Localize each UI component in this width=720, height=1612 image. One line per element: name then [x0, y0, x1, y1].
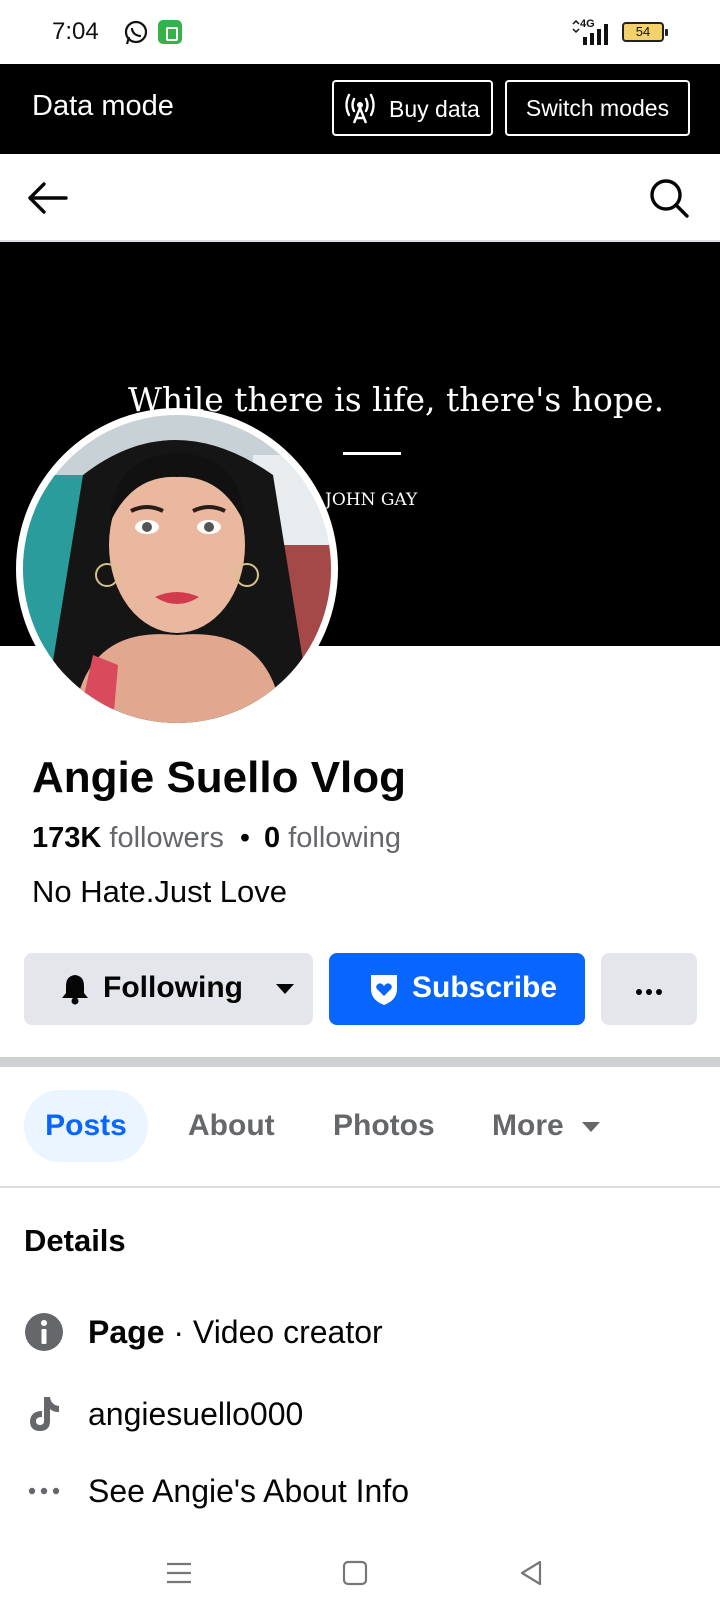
- followers-count: 173K: [32, 822, 102, 854]
- battery-icon: 54: [622, 22, 668, 42]
- system-nav-bar: [0, 1536, 720, 1612]
- section-divider: [0, 1057, 720, 1067]
- back-triangle-icon[interactable]: [516, 1558, 546, 1588]
- see-about-label: See Angie's About Info: [88, 1473, 410, 1509]
- detail-tiktok[interactable]: angiesuello000: [0, 1388, 720, 1440]
- subscribe-button[interactable]: Subscribe: [329, 953, 585, 1025]
- count-separator: •: [239, 822, 250, 854]
- cover-author: JOHN GAY: [325, 490, 418, 510]
- following-label: Following: [103, 971, 243, 1004]
- data-mode-title: Data mode: [32, 90, 174, 122]
- buy-data-label: Buy data: [389, 96, 480, 122]
- tiktok-icon: [24, 1394, 64, 1434]
- profile-tabs: Posts About Photos More: [0, 1067, 720, 1188]
- follow-counts[interactable]: 173K followers • 0 following: [32, 822, 401, 855]
- whatsapp-icon: [123, 20, 149, 46]
- details-heading: Details: [24, 1223, 126, 1258]
- subscribe-label: Subscribe: [412, 971, 558, 1004]
- profile-bio: No Hate.Just Love: [32, 874, 288, 909]
- chevron-down-icon: [581, 1122, 600, 1133]
- followers-label: followers: [109, 822, 224, 854]
- home-icon[interactable]: [340, 1558, 370, 1588]
- antenna-icon: [344, 93, 376, 125]
- battery-level: 54: [635, 24, 651, 39]
- following-count: 0: [263, 822, 281, 854]
- bell-icon: [60, 973, 90, 1005]
- page-type: Page: [88, 1314, 165, 1350]
- chevron-down-icon: [276, 984, 294, 994]
- profile-avatar[interactable]: [16, 408, 338, 730]
- see-about-info-link[interactable]: See Angie's About Info: [0, 1465, 720, 1517]
- info-icon: [24, 1312, 64, 1352]
- menu-icon[interactable]: [164, 1558, 194, 1588]
- status-time: 7:04: [52, 18, 99, 45]
- more-dots-icon: [24, 1471, 64, 1511]
- subscribe-shield-icon: [369, 972, 399, 1006]
- cover-divider: [343, 452, 401, 455]
- tiktok-handle: angiesuello000: [88, 1396, 304, 1432]
- page-category: · Video creator: [164, 1314, 383, 1350]
- profile-name: Angie Suello Vlog: [32, 753, 407, 802]
- search-icon[interactable]: [645, 174, 693, 222]
- data-mode-bar: Data mode Buy data Switch modes: [0, 64, 720, 154]
- tab-photos[interactable]: Photos: [333, 1090, 435, 1162]
- detail-page-category: Page · Video creator: [0, 1306, 720, 1358]
- app-notification-icon: [158, 20, 182, 44]
- tab-posts[interactable]: Posts: [24, 1090, 148, 1162]
- tab-about[interactable]: About: [188, 1090, 275, 1162]
- tab-more-label: More: [492, 1109, 564, 1142]
- status-bar: 7:04 4G 54: [0, 0, 720, 64]
- signal-icon: 4G: [570, 18, 616, 46]
- buy-data-button[interactable]: Buy data: [332, 80, 493, 136]
- more-dots-icon: [635, 983, 663, 995]
- more-actions-button[interactable]: [601, 953, 697, 1025]
- top-nav-bar: [0, 154, 720, 242]
- following-label: following: [288, 822, 402, 854]
- switch-modes-button[interactable]: Switch modes: [505, 80, 690, 136]
- back-arrow-icon[interactable]: [24, 174, 72, 222]
- tab-more[interactable]: More: [492, 1090, 600, 1162]
- following-button[interactable]: Following: [24, 953, 313, 1025]
